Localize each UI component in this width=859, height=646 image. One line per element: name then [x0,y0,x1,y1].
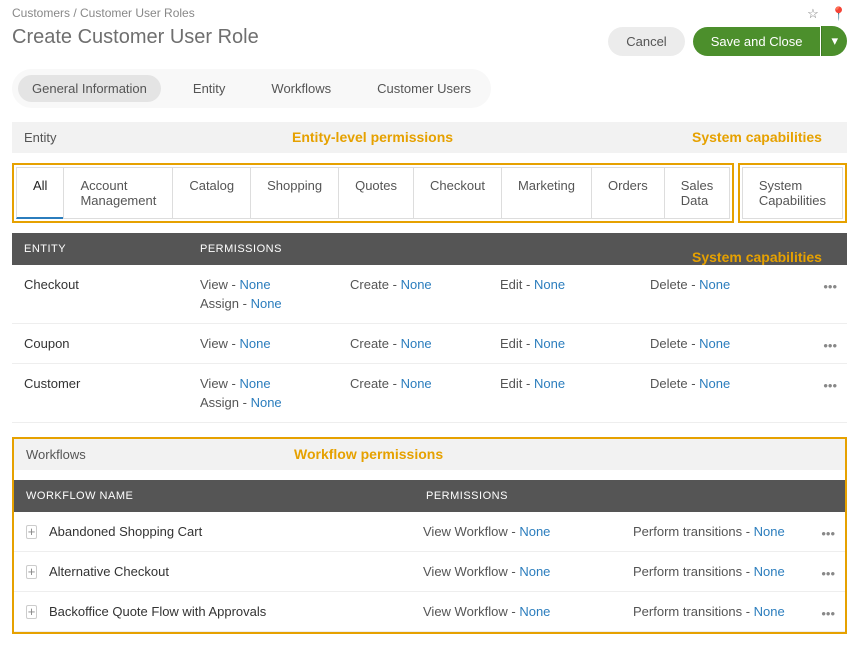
annotation-system-caps: System capabilities [692,129,822,145]
perm-delete[interactable]: Delete - None [650,277,780,292]
breadcrumb[interactable]: Customers / Customer User Roles [12,6,195,20]
perm-create[interactable]: Create - None [350,336,490,351]
perm-tab-shopping[interactable]: Shopping [250,167,339,219]
perm-view-workflow[interactable]: View Workflow - None [423,564,623,579]
save-and-close-button[interactable]: Save and Close [693,27,821,56]
entity-name: Coupon [24,336,200,351]
perm-view[interactable]: View - None [200,277,340,292]
perm-tab-marketing[interactable]: Marketing [501,167,592,219]
page-title: Create Customer User Role [12,26,259,49]
annotation-system-caps-2: System capabilities [692,249,822,265]
perm-create[interactable]: Create - None [350,376,490,391]
perm-edit[interactable]: Edit - None [500,277,640,292]
entity-row: Checkout View - None Create - None Edit … [12,265,847,324]
entity-row: Customer View - None Create - None Edit … [12,364,847,423]
perm-tab-orders[interactable]: Orders [591,167,665,219]
entity-name: Customer [24,376,200,391]
entity-name: Checkout [24,277,200,292]
star-icon[interactable]: ☆ [807,6,819,22]
perm-transition[interactable]: Perform transitions - None [633,564,833,579]
workflow-table-header: Workflow Name Permissions [14,480,845,512]
perm-tab-all[interactable]: All [16,167,64,219]
perm-edit[interactable]: Edit - None [500,376,640,391]
perm-delete[interactable]: Delete - None [650,376,780,391]
save-dropdown-button[interactable]: ▾ [821,26,847,56]
perm-view-workflow[interactable]: View Workflow - None [423,604,623,619]
tab-customer-users[interactable]: Customer Users [363,75,485,102]
annotation-workflow: Workflow permissions [294,446,443,462]
pin-icon[interactable]: 📍 [831,6,847,22]
perm-tab-quotes[interactable]: Quotes [338,167,414,219]
workflow-row: + Alternative Checkout View Workflow - N… [14,552,845,592]
perm-view[interactable]: View - None [200,376,340,391]
row-actions-icon[interactable]: ••• [823,279,837,294]
workflow-name: Alternative Checkout [49,564,423,579]
perm-view[interactable]: View - None [200,336,340,351]
workflow-name: Abandoned Shopping Cart [49,524,423,539]
perm-tab-sales-data[interactable]: Sales Data [664,167,731,219]
expand-icon[interactable]: + [26,525,37,539]
perm-assign[interactable]: Assign - None [200,395,340,410]
row-actions-icon[interactable]: ••• [821,606,835,621]
main-tabs: General Information Entity Workflows Cus… [12,69,491,108]
perm-assign[interactable]: Assign - None [200,296,340,311]
workflow-name: Backoffice Quote Flow with Approvals [49,604,423,619]
perm-tab-checkout[interactable]: Checkout [413,167,502,219]
row-actions-icon[interactable]: ••• [821,526,835,541]
perm-delete[interactable]: Delete - None [650,336,780,351]
tab-general-information[interactable]: General Information [18,75,161,102]
cancel-button[interactable]: Cancel [608,27,684,56]
annotation-entity-level: Entity-level permissions [292,129,453,145]
row-actions-icon[interactable]: ••• [821,566,835,581]
entity-row: Coupon View - None Create - None Edit - … [12,324,847,364]
workflow-row: + Abandoned Shopping Cart View Workflow … [14,512,845,552]
perm-transition[interactable]: Perform transitions - None [633,604,833,619]
tab-workflows[interactable]: Workflows [257,75,345,102]
expand-icon[interactable]: + [26,605,37,619]
perm-transition[interactable]: Perform transitions - None [633,524,833,539]
row-actions-icon[interactable]: ••• [823,338,837,353]
perm-view-workflow[interactable]: View Workflow - None [423,524,623,539]
expand-icon[interactable]: + [26,565,37,579]
perm-tab-system-capabilities[interactable]: System Capabilities [742,167,843,219]
perm-create[interactable]: Create - None [350,277,490,292]
perm-edit[interactable]: Edit - None [500,336,640,351]
perm-tab-catalog[interactable]: Catalog [172,167,251,219]
workflow-row: + Backoffice Quote Flow with Approvals V… [14,592,845,632]
tab-entity[interactable]: Entity [179,75,240,102]
perm-tab-account-management[interactable]: Account Management [63,167,173,219]
row-actions-icon[interactable]: ••• [823,378,837,393]
